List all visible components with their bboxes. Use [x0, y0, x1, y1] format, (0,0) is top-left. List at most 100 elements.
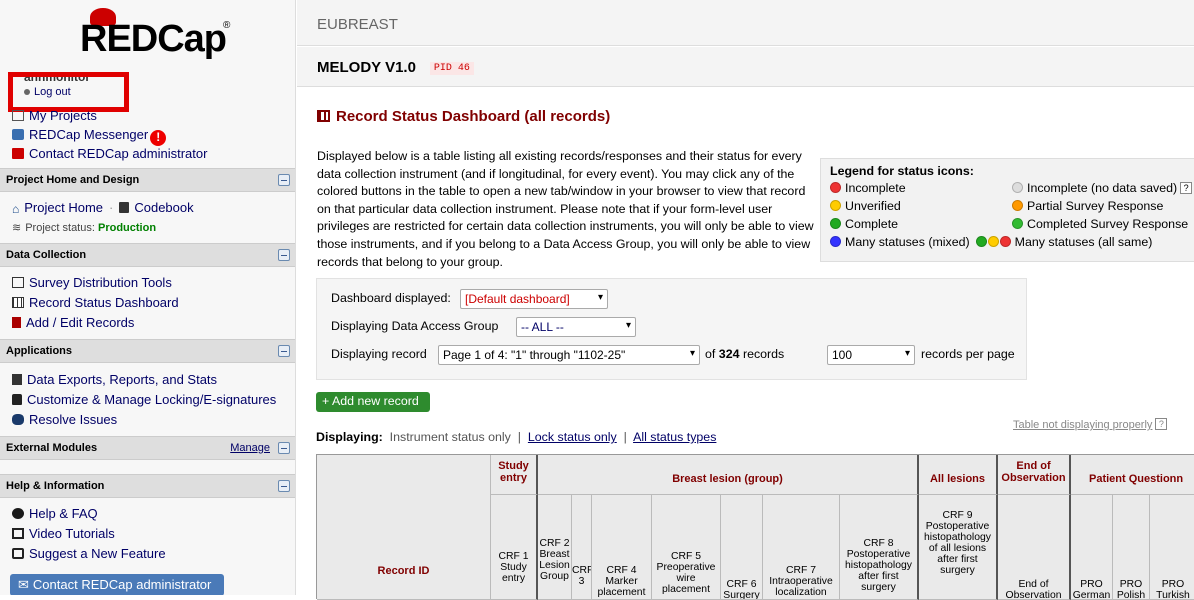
data-exports-link[interactable]: Data Exports, Reports, and Stats	[12, 372, 217, 387]
displaying-options: Displaying: Instrument status only | Loc…	[316, 430, 717, 444]
group-study-entry: Study entry	[491, 455, 538, 495]
column-crf4[interactable]: CRF 4 Marker placement	[592, 495, 652, 600]
orange-status-icon	[1012, 200, 1023, 211]
group-breast-lesion: Breast lesion (group)	[538, 455, 919, 495]
my-projects-link[interactable]: My Projects	[12, 108, 97, 123]
legend-partial: Partial Survey Response	[1012, 199, 1163, 213]
blue-status-icon	[830, 236, 841, 247]
messenger-link[interactable]: REDCap Messenger!	[12, 127, 167, 146]
film-icon	[12, 528, 24, 539]
collapse-icon[interactable]	[278, 442, 290, 454]
question-icon	[12, 508, 24, 519]
survey-distribution-link[interactable]: Survey Distribution Tools	[12, 275, 172, 290]
green-status-icon	[975, 236, 987, 247]
help-icon[interactable]: ?	[1155, 418, 1168, 430]
gray-status-icon	[1012, 182, 1023, 193]
lock-status-link[interactable]: Lock status only	[528, 430, 617, 444]
collapse-icon[interactable]	[278, 174, 290, 186]
column-pro-polish[interactable]: PRO Polish	[1113, 495, 1150, 600]
red-status-icon	[999, 236, 1011, 247]
chevron-down-icon: ▾	[689, 348, 695, 359]
section-applications: Applications	[0, 339, 295, 363]
help-faq-link[interactable]: Help & FAQ	[12, 506, 98, 521]
collapse-icon[interactable]	[278, 345, 290, 357]
section-data-collection: Data Collection	[0, 243, 295, 267]
column-crf6[interactable]: CRF 6 Surgery	[721, 495, 763, 600]
suggest-feature-link[interactable]: Suggest a New Feature	[12, 546, 166, 561]
contact-admin-button[interactable]: ✉ Contact REDCap administrator	[10, 574, 224, 595]
help-icon[interactable]: ?	[1180, 182, 1193, 194]
column-crf5[interactable]: CRF 5 Preoperative wire placement	[652, 495, 721, 600]
red-status-icon	[830, 182, 841, 193]
highlight-box	[8, 72, 129, 112]
column-crf7[interactable]: CRF 7 Intraoperative localization	[763, 495, 840, 600]
check-status-icon	[1012, 218, 1023, 229]
record-count: of 324 records	[705, 347, 785, 361]
envelope-icon: ✉	[18, 577, 29, 592]
record-id-header[interactable]: Record ID	[317, 455, 491, 600]
dag-select[interactable]: -- ALL -- ▾	[516, 317, 636, 337]
chevron-down-icon: ▾	[625, 320, 631, 331]
chat-icon	[12, 129, 24, 140]
comments-icon	[12, 414, 24, 425]
legend-completed-survey: Completed Survey Response	[1012, 217, 1188, 231]
survey-icon	[12, 277, 24, 288]
envelope-icon	[12, 148, 24, 159]
table-not-displaying-link[interactable]: Table not displaying properly?	[1013, 418, 1168, 431]
dashboard-select[interactable]: [Default dashboard] ▾	[460, 289, 608, 309]
layers-icon: ≋	[12, 222, 22, 234]
record-status-dashboard-link[interactable]: Record Status Dashboard	[12, 295, 179, 310]
chevron-down-icon: ▾	[597, 292, 603, 303]
record-label: Displaying record	[331, 347, 427, 361]
column-end-observation[interactable]: End of Observation	[998, 495, 1071, 600]
section-project-home: Project Home and Design	[0, 168, 295, 192]
dashboard-label: Dashboard displayed:	[331, 291, 451, 305]
share-icon	[12, 548, 24, 559]
column-crf3[interactable]: CRF 3	[572, 495, 592, 600]
locking-link[interactable]: Customize & Manage Locking/E-signatures	[12, 392, 276, 407]
sidebar: REDCap ® annmonitor Log out My Projects …	[0, 0, 296, 595]
resolve-issues-link[interactable]: Resolve Issues	[12, 412, 117, 427]
column-crf8[interactable]: CRF 8 Postoperative histopathology after…	[840, 495, 919, 600]
column-pro-german[interactable]: PRO German	[1071, 495, 1113, 600]
per-page-label: records per page	[921, 347, 1015, 361]
table-icon	[317, 110, 330, 122]
project-status: ≋ Project status: Production	[12, 222, 157, 234]
table-icon	[12, 297, 24, 308]
home-icon: ⌂	[12, 202, 20, 216]
project-parent: EUBREAST	[297, 0, 1194, 46]
redcap-logo[interactable]: REDCap ®	[80, 8, 230, 60]
collapse-icon[interactable]	[278, 480, 290, 492]
legend-incomplete: Incomplete	[830, 181, 906, 195]
video-tutorials-link[interactable]: Video Tutorials	[12, 526, 115, 541]
column-crf2[interactable]: CRF 2 Breast Lesion Group	[538, 495, 572, 600]
legend-complete: Complete	[830, 217, 898, 231]
group-end-observation: End of Observation	[998, 455, 1071, 495]
collapse-icon[interactable]	[278, 249, 290, 261]
column-crf1[interactable]: CRF 1 Study entry	[491, 495, 538, 600]
project-home-link[interactable]: ⌂ Project Home · Codebook	[12, 200, 194, 216]
column-pro-turkish[interactable]: PRO Turkish	[1150, 495, 1194, 600]
dashboard-options: Dashboard displayed: [Default dashboard]…	[316, 278, 1027, 380]
page-title: Record Status Dashboard (all records)	[317, 108, 610, 125]
record-status-table: Record ID Study entry Breast lesion (gro…	[316, 454, 1194, 600]
group-all-lesions: All lesions	[919, 455, 998, 495]
group-patient-questionnaire: Patient Questionn	[1071, 455, 1194, 495]
chevron-down-icon: ▾	[904, 348, 910, 359]
yellow-status-icon	[830, 200, 841, 211]
manage-link[interactable]: Manage	[230, 442, 270, 454]
list-icon	[12, 110, 24, 121]
record-page-select[interactable]: Page 1 of 4: "1" through "1102-25" ▾	[438, 345, 700, 365]
contact-admin-link[interactable]: Contact REDCap administrator	[12, 146, 207, 161]
add-new-record-button[interactable]: + Add new record	[316, 392, 430, 412]
intro-text: Displayed below is a table listing all e…	[317, 149, 814, 269]
instrument-status-option: Instrument status only	[389, 430, 511, 444]
alert-icon: !	[150, 130, 167, 146]
column-crf9[interactable]: CRF 9 Postoperative histopathology of al…	[919, 495, 998, 600]
pid-badge: PID 46	[429, 62, 474, 75]
add-edit-records-link[interactable]: Add / Edit Records	[12, 315, 134, 330]
project-title-bar: MELODY V1.0 PID 46	[297, 47, 1194, 87]
all-status-link[interactable]: All status types	[633, 430, 716, 444]
per-page-select[interactable]: 100 ▾	[827, 345, 915, 365]
status-legend: Legend for status icons: Incomplete Inco…	[820, 158, 1194, 262]
